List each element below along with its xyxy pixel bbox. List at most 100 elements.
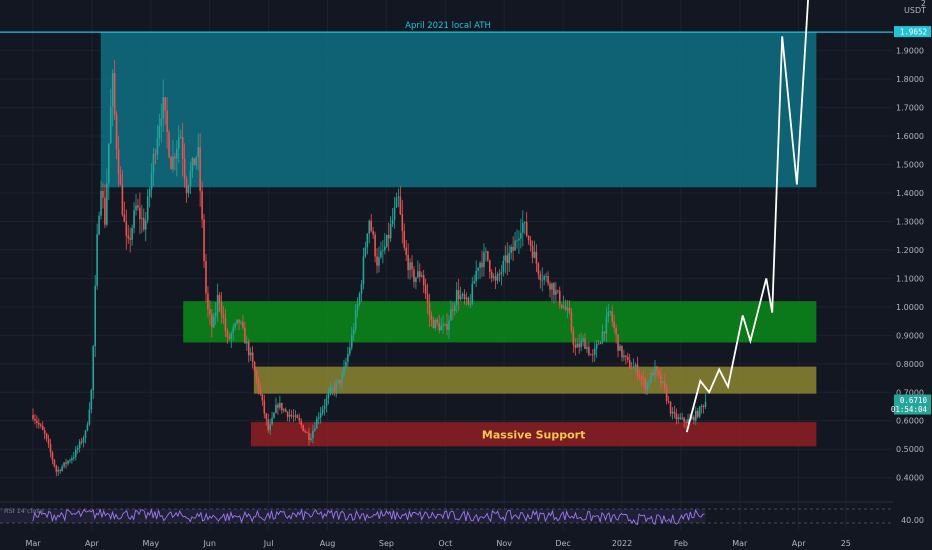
candle-body xyxy=(399,196,402,215)
zone-label: Massive Support xyxy=(482,428,585,441)
candle-body xyxy=(665,388,668,401)
candle-body xyxy=(673,411,676,414)
candle-body xyxy=(555,290,557,295)
candle-body xyxy=(280,402,283,411)
y-tick-label: 1.1000 xyxy=(896,274,924,283)
candle-body xyxy=(368,220,371,234)
x-tick-label: Apr xyxy=(85,539,100,548)
candle-body xyxy=(269,424,271,431)
candle-body xyxy=(284,409,287,412)
candle-body xyxy=(312,430,314,439)
candle-body xyxy=(615,327,617,335)
candle-body xyxy=(609,311,612,313)
candle-body xyxy=(205,261,207,294)
candle-body xyxy=(683,417,685,422)
candle-body xyxy=(168,131,170,158)
candle-body xyxy=(576,343,579,348)
candle-body xyxy=(551,283,553,290)
candle-body xyxy=(61,466,63,471)
candle-body xyxy=(55,466,58,472)
candle-body xyxy=(352,329,355,335)
candle-body xyxy=(442,324,444,326)
y-tick-label: 1.9000 xyxy=(896,47,924,56)
candle-body xyxy=(391,219,394,225)
candle-body xyxy=(677,417,680,420)
candle-body xyxy=(656,366,658,372)
candle-body xyxy=(216,295,219,313)
candle-body xyxy=(510,246,512,253)
candle-body xyxy=(374,234,376,257)
candle-body xyxy=(193,158,196,166)
candle-body xyxy=(570,312,573,331)
candle-body xyxy=(212,316,215,328)
candle-body xyxy=(310,438,312,441)
candle-body xyxy=(321,408,324,414)
candle-body xyxy=(162,97,165,119)
candle-body xyxy=(632,366,635,369)
candle-body xyxy=(700,406,703,407)
candle-body xyxy=(568,307,571,313)
candle-body xyxy=(98,215,100,235)
candle-body xyxy=(199,147,201,192)
candle-body xyxy=(286,411,289,417)
candle-body xyxy=(179,137,182,138)
candle-body xyxy=(298,417,301,421)
candle-body xyxy=(38,422,40,425)
candle-body xyxy=(339,379,341,384)
candle-body xyxy=(405,247,407,255)
candle-body xyxy=(362,256,365,285)
candle-body xyxy=(413,269,415,282)
candle-body xyxy=(109,106,112,144)
candle-body xyxy=(255,371,258,379)
candle-body xyxy=(619,345,621,351)
y-tick-label: 1.7000 xyxy=(896,104,924,113)
candle-body xyxy=(222,314,225,319)
candle-body xyxy=(102,190,104,198)
candle-body xyxy=(584,338,586,349)
candle-body xyxy=(265,413,268,420)
candle-body xyxy=(440,325,442,331)
candle-body xyxy=(452,309,454,311)
candle-body xyxy=(304,430,306,433)
green-zone xyxy=(183,301,817,343)
y-tick-label: 1.8000 xyxy=(896,75,924,84)
y-tick-label: 1.5000 xyxy=(896,161,924,170)
candle-body xyxy=(34,419,36,421)
candle-body xyxy=(523,222,526,224)
candle-body xyxy=(448,320,450,330)
candle-body xyxy=(533,251,536,258)
candle-body xyxy=(88,409,91,425)
candle-body xyxy=(317,417,320,419)
candle-body xyxy=(251,352,254,362)
price-chart[interactable]: Massive Support April 2021 local ATH RSI… xyxy=(0,0,932,550)
candle-body xyxy=(574,344,577,348)
candle-body xyxy=(232,327,235,334)
candle-body xyxy=(115,114,118,149)
candle-body xyxy=(80,441,83,443)
candle-body xyxy=(418,271,421,277)
candle-body xyxy=(226,331,229,337)
candle-body xyxy=(106,183,108,225)
candle-body xyxy=(527,236,530,241)
candle-body xyxy=(144,220,147,230)
candle-body xyxy=(516,240,518,242)
candle-body xyxy=(660,374,662,384)
candle-body xyxy=(621,345,623,358)
candle-body xyxy=(378,257,380,266)
candle-body xyxy=(187,185,190,193)
candle-body xyxy=(53,459,56,467)
candle-body xyxy=(693,416,695,421)
candle-body xyxy=(502,260,505,272)
candle-body xyxy=(597,343,600,345)
candle-body xyxy=(294,415,297,417)
candle-body xyxy=(553,283,555,295)
candle-body xyxy=(67,460,69,464)
candle-body xyxy=(150,172,153,190)
candle-body xyxy=(539,274,542,280)
candle-body xyxy=(74,449,77,457)
candle-body xyxy=(698,406,701,417)
candle-body xyxy=(315,418,318,429)
candle-body xyxy=(403,231,406,248)
candle-body xyxy=(397,196,400,198)
candle-body xyxy=(648,382,650,384)
